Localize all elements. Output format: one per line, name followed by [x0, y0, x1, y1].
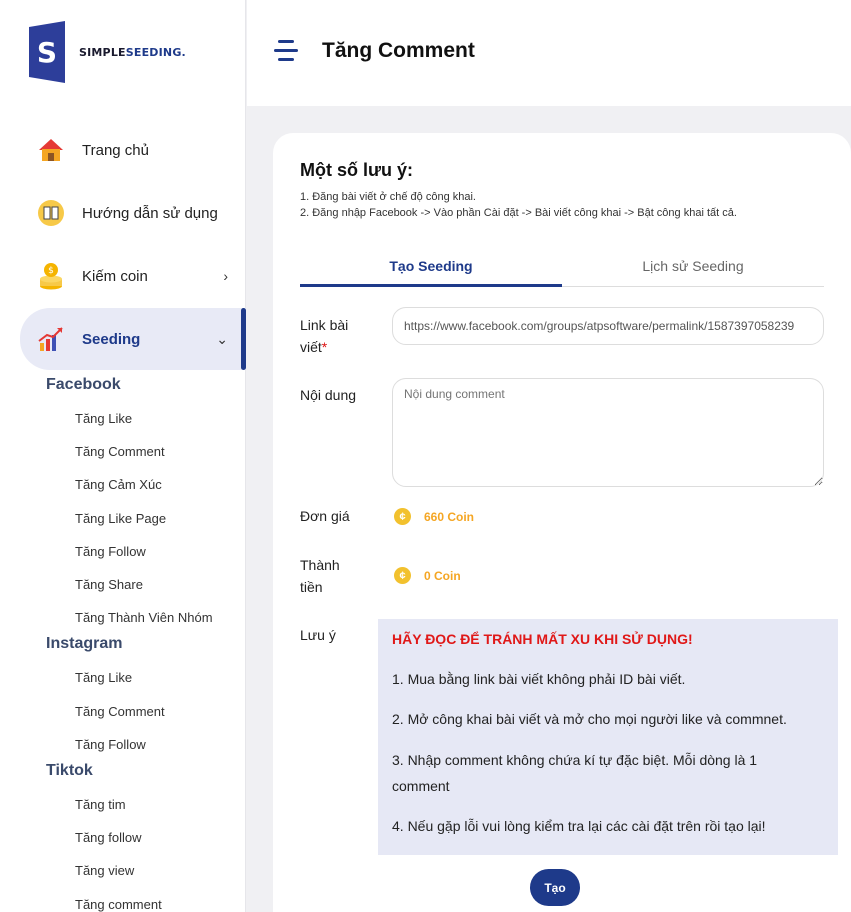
page-title: Tăng Comment [322, 39, 475, 62]
content-label: Nội dung [300, 387, 357, 403]
required-mark: * [321, 339, 328, 355]
sidebar-item-seeding[interactable]: Seeding ⌄ [20, 308, 246, 370]
coins-icon: $ [36, 261, 66, 291]
submenu-item[interactable]: Tăng Share [75, 577, 143, 592]
group-title-facebook: Facebook [46, 376, 121, 393]
chevron-right-icon: › [223, 268, 228, 284]
note-line: 2. Đăng nhập Facebook -> Vào phần Cài đặ… [300, 207, 737, 219]
total-label-line2: tiền [300, 579, 323, 595]
total-value: 0 Coin [424, 568, 461, 583]
notes-title: Một số lưu ý: [300, 160, 414, 180]
seeding-form-card: Một số lưu ý: 1. Đăng bài viết ở chế độ … [273, 133, 851, 912]
hamburger-menu-icon[interactable] [274, 40, 298, 62]
note-label: Lưu ý [300, 627, 336, 643]
logo-letter: S [37, 36, 57, 69]
post-link-input[interactable]: https://www.facebook.com/groups/atpsoftw… [392, 307, 824, 345]
brand-logo[interactable]: S SIMPLESEEDING. [29, 21, 186, 83]
brand-name-b: SEEDING. [125, 45, 186, 59]
comment-content-textarea[interactable] [392, 378, 824, 487]
logo-mark-icon: S [29, 21, 65, 83]
warning-title: HÃY ĐỌC ĐỂ TRÁNH MẤT XU KHI SỬ DỤNG! [392, 631, 693, 647]
total-label: Thành tiền [300, 554, 340, 598]
submenu-item[interactable]: Tăng follow [75, 830, 141, 845]
submenu-item[interactable]: Tăng tim [75, 797, 126, 812]
brand-name-a: SIMPLE [79, 45, 126, 59]
link-label-line1: Link bài [300, 317, 349, 333]
sidebar-item-label: Kiếm coin [82, 267, 148, 285]
sidebar-item-label: Hướng dẫn sử dụng [82, 204, 218, 222]
sidebar-item-earn-coin[interactable]: $ Kiếm coin › [20, 245, 246, 307]
total-label-line1: Thành [300, 557, 340, 573]
sidebar: S SIMPLESEEDING. Trang chủ Hướng dẫn sử … [0, 0, 246, 912]
group-title-tiktok: Tiktok [46, 762, 93, 779]
submenu-item[interactable]: Tăng Follow [75, 737, 146, 752]
chevron-down-icon: ⌄ [216, 330, 228, 347]
sidebar-item-label: Seeding [82, 330, 141, 348]
warning-line: 4. Nếu gặp lỗi vui lòng kiểm tra lại các… [392, 818, 766, 834]
growth-chart-icon [36, 324, 66, 354]
warning-box: HÃY ĐỌC ĐỂ TRÁNH MẤT XU KHI SỬ DỤNG! 1. … [378, 619, 838, 855]
group-title-instagram: Instagram [46, 635, 123, 652]
submenu-item[interactable]: Tăng Comment [75, 444, 165, 459]
brand-name: SIMPLESEEDING. [79, 46, 186, 59]
warning-line: 1. Mua bằng link bài viết không phải ID … [392, 671, 686, 687]
note-line: 1. Đăng bài viết ở chế độ công khai. [300, 191, 476, 203]
sidebar-item-guide[interactable]: Hướng dẫn sử dụng [20, 182, 246, 244]
sidebar-item-label: Trang chủ [82, 141, 149, 159]
coin-icon: ¢ [394, 567, 411, 584]
book-icon [36, 198, 66, 228]
tab-seeding-history[interactable]: Lịch sử Seeding [562, 251, 824, 287]
submenu-item[interactable]: Tăng Like [75, 411, 132, 426]
top-header: Tăng Comment [247, 0, 851, 106]
svg-text:$: $ [48, 266, 54, 276]
submenu-item[interactable]: Tăng Thành Viên Nhóm [75, 610, 213, 625]
submenu-item[interactable]: Tăng view [75, 863, 134, 878]
price-display: ¢ 660 Coin [394, 508, 474, 525]
total-display: ¢ 0 Coin [394, 567, 461, 584]
home-icon [36, 135, 66, 165]
active-indicator [241, 308, 246, 370]
submenu-item[interactable]: Tăng Cảm Xúc [75, 477, 162, 492]
warning-line: 2. Mở công khai bài viết và mở cho mọi n… [392, 711, 787, 727]
submenu-item[interactable]: Tăng Comment [75, 704, 165, 719]
price-value: 660 Coin [424, 509, 475, 524]
create-button[interactable]: Tạo [530, 869, 580, 906]
submenu-item[interactable]: Tăng Like Page [75, 511, 166, 526]
submenu-item[interactable]: Tăng Follow [75, 544, 146, 559]
link-label-line2: viết [300, 339, 322, 355]
price-label: Đơn giá [300, 508, 350, 524]
warning-line: 3. Nhập comment không chứa kí tự đặc biệ… [392, 752, 758, 794]
sidebar-item-home[interactable]: Trang chủ [20, 119, 246, 181]
tab-bar: Tạo Seeding Lịch sử Seeding [300, 251, 824, 287]
link-label: Link bài viết* [300, 314, 348, 358]
submenu-item[interactable]: Tăng Like [75, 670, 132, 685]
submenu-item[interactable]: Tăng comment [75, 897, 162, 912]
tab-create-seeding[interactable]: Tạo Seeding [300, 251, 562, 287]
coin-icon: ¢ [394, 508, 411, 525]
